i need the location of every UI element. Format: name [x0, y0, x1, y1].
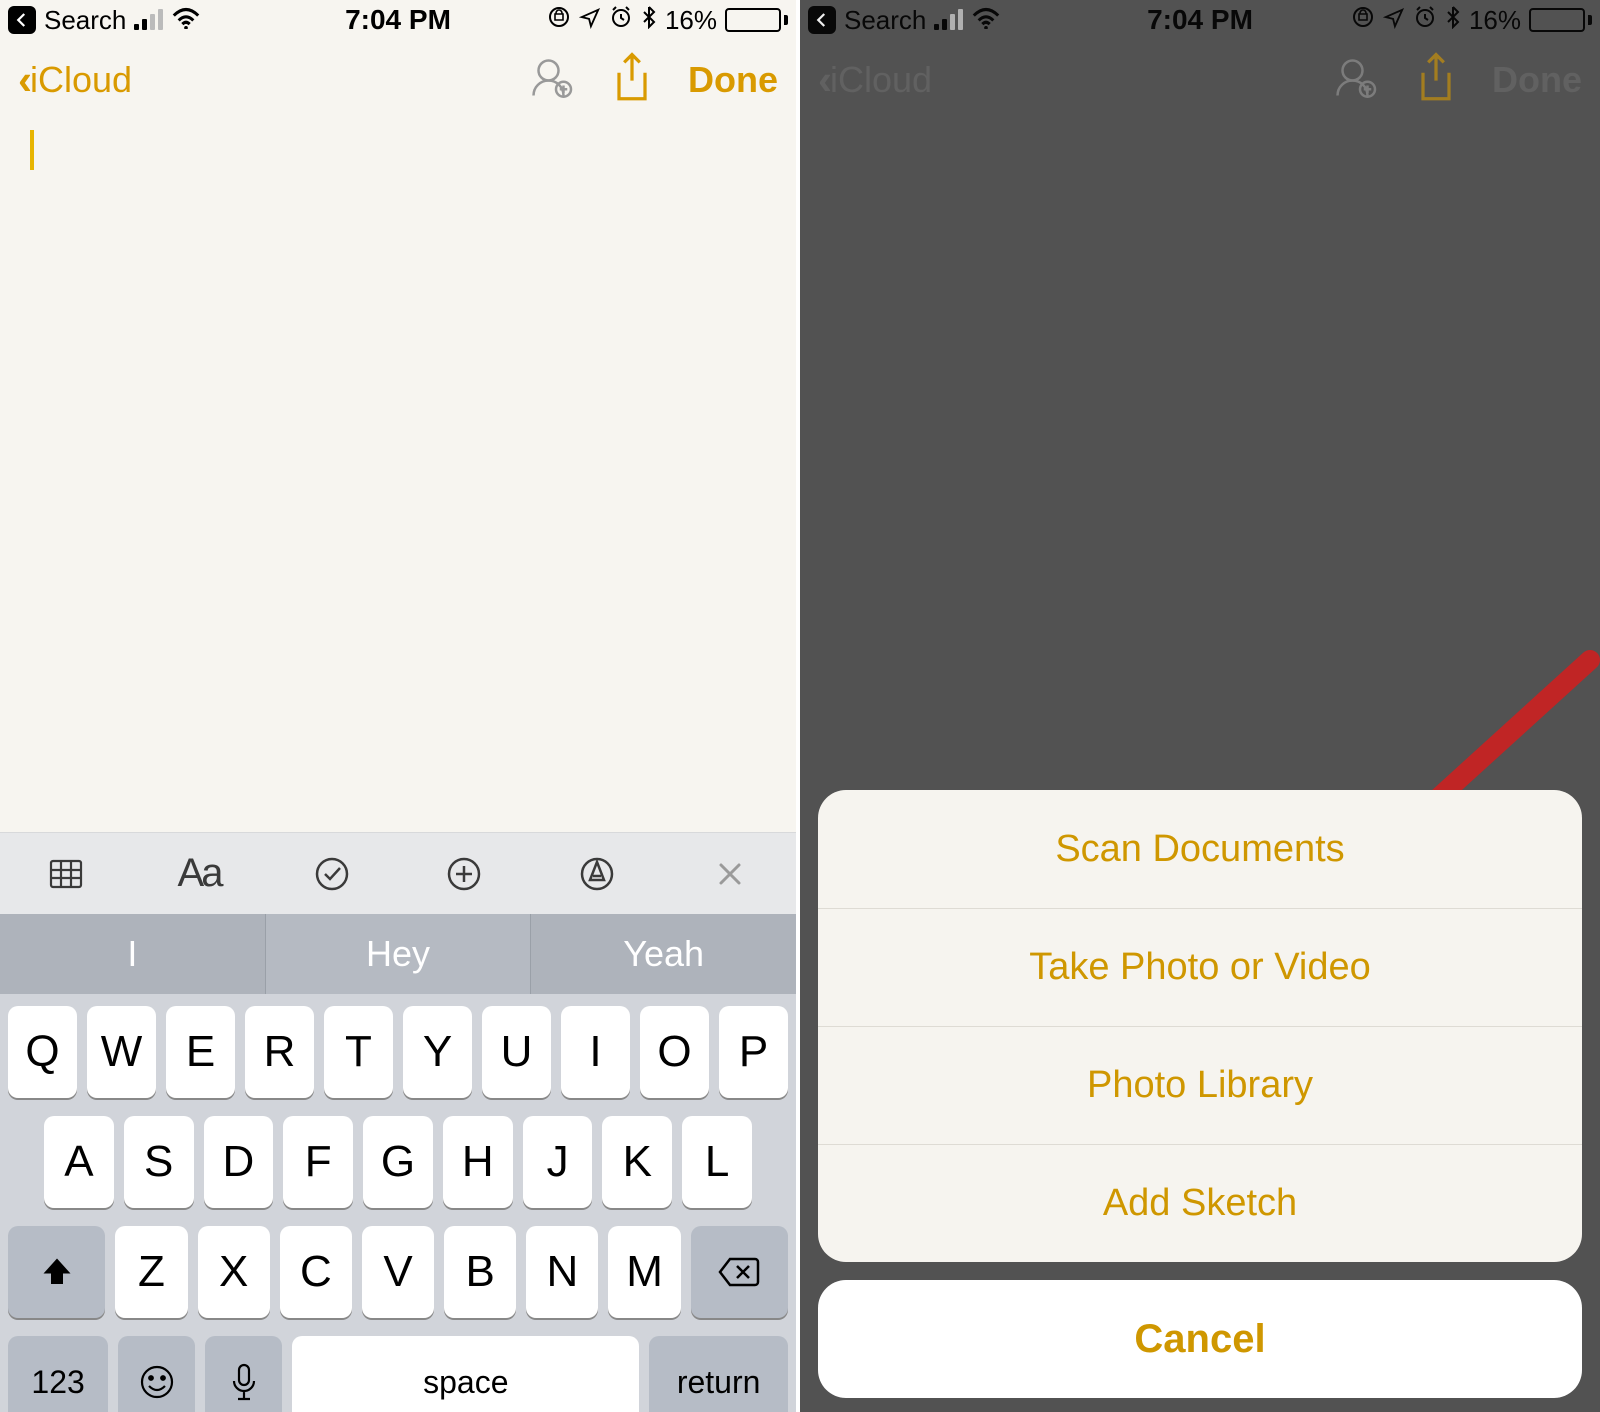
battery-pct: 16%	[665, 5, 717, 36]
key-d[interactable]: D	[204, 1116, 274, 1208]
collaborate-icon[interactable]	[526, 53, 576, 108]
alarm-icon	[609, 5, 633, 36]
key-s[interactable]: S	[124, 1116, 194, 1208]
key-y[interactable]: Y	[403, 1006, 472, 1098]
status-time: 7:04 PM	[1147, 4, 1253, 36]
back-button: ‹ iCloud	[818, 56, 932, 104]
status-bar: Search 7:04 PM 16%	[0, 0, 796, 40]
back-label: iCloud	[30, 59, 132, 101]
key-space[interactable]: space	[292, 1336, 639, 1412]
key-c[interactable]: C	[280, 1226, 352, 1318]
predictive-text-row: I Hey Yeah	[0, 914, 796, 994]
key-b[interactable]: B	[444, 1226, 516, 1318]
nav-bar: ‹ iCloud Done	[800, 40, 1600, 120]
back-to-search-icon[interactable]	[8, 6, 36, 34]
keyboard: Q W E R T Y U I O P A S D F G H J K L Z	[0, 994, 796, 1412]
key-number-mode[interactable]: 123	[8, 1336, 108, 1412]
key-a[interactable]: A	[44, 1116, 114, 1208]
key-u[interactable]: U	[482, 1006, 551, 1098]
battery-icon	[1529, 8, 1592, 32]
key-i[interactable]: I	[561, 1006, 630, 1098]
key-f[interactable]: F	[283, 1116, 353, 1208]
key-p[interactable]: P	[719, 1006, 788, 1098]
key-k[interactable]: K	[602, 1116, 672, 1208]
action-sheet: Scan Documents Take Photo or Video Photo…	[818, 790, 1582, 1398]
key-o[interactable]: O	[640, 1006, 709, 1098]
key-backspace[interactable]	[691, 1226, 788, 1318]
key-emoji[interactable]	[118, 1336, 195, 1412]
rotation-lock-icon	[547, 5, 571, 36]
key-shift[interactable]	[8, 1226, 105, 1318]
location-icon	[1383, 5, 1405, 36]
text-style-button[interactable]: Aa	[133, 851, 266, 896]
back-button[interactable]: ‹ iCloud	[18, 56, 132, 104]
back-label: iCloud	[830, 59, 932, 101]
cell-signal-icon	[934, 10, 963, 30]
key-n[interactable]: N	[526, 1226, 598, 1318]
done-button: Done	[1492, 59, 1582, 101]
key-z[interactable]: Z	[115, 1226, 187, 1318]
action-scan-documents[interactable]: Scan Documents	[818, 790, 1582, 908]
action-add-sketch[interactable]: Add Sketch	[818, 1144, 1582, 1262]
action-cancel[interactable]: Cancel	[818, 1280, 1582, 1398]
add-attachment-button[interactable]	[398, 854, 531, 894]
done-button[interactable]: Done	[688, 59, 778, 101]
wifi-icon	[171, 5, 201, 36]
alarm-icon	[1413, 5, 1437, 36]
text-cursor	[30, 130, 34, 170]
key-h[interactable]: H	[443, 1116, 513, 1208]
key-r[interactable]: R	[245, 1006, 314, 1098]
screenshot-left: Search 7:04 PM 16%	[0, 0, 800, 1412]
cell-signal-icon	[134, 10, 163, 30]
location-icon	[579, 5, 601, 36]
notes-format-toolbar: Aa	[0, 832, 796, 914]
back-to-search-label[interactable]: Search	[844, 5, 926, 36]
collaborate-icon	[1330, 53, 1380, 108]
key-m[interactable]: M	[608, 1226, 680, 1318]
share-icon[interactable]	[610, 52, 654, 109]
table-button[interactable]	[0, 854, 133, 894]
key-x[interactable]: X	[198, 1226, 270, 1318]
key-e[interactable]: E	[166, 1006, 235, 1098]
rotation-lock-icon	[1351, 5, 1375, 36]
battery-icon	[725, 8, 788, 32]
predictive-suggestion[interactable]: I	[0, 914, 265, 994]
share-icon	[1414, 52, 1458, 109]
key-l[interactable]: L	[682, 1116, 752, 1208]
back-to-search-icon[interactable]	[808, 6, 836, 34]
predictive-suggestion[interactable]: Yeah	[530, 914, 796, 994]
status-time: 7:04 PM	[345, 4, 451, 36]
key-q[interactable]: Q	[8, 1006, 77, 1098]
wifi-icon	[971, 5, 1001, 36]
key-t[interactable]: T	[324, 1006, 393, 1098]
key-g[interactable]: G	[363, 1116, 433, 1208]
key-w[interactable]: W	[87, 1006, 156, 1098]
key-dictation[interactable]	[205, 1336, 282, 1412]
predictive-suggestion[interactable]: Hey	[265, 914, 531, 994]
markup-button[interactable]	[531, 854, 664, 894]
screenshot-right: Search 7:04 PM 16% ‹ iCloud	[800, 0, 1600, 1412]
key-return[interactable]: return	[649, 1336, 788, 1412]
status-bar: Search 7:04 PM 16%	[800, 0, 1600, 40]
back-to-search-label[interactable]: Search	[44, 5, 126, 36]
battery-pct: 16%	[1469, 5, 1521, 36]
checklist-button[interactable]	[265, 854, 398, 894]
nav-bar: ‹ iCloud Done	[0, 40, 796, 120]
action-photo-library[interactable]: Photo Library	[818, 1026, 1582, 1144]
close-toolbar-button[interactable]	[663, 854, 796, 894]
key-v[interactable]: V	[362, 1226, 434, 1318]
action-take-photo-video[interactable]: Take Photo or Video	[818, 908, 1582, 1026]
bluetooth-icon	[1445, 5, 1461, 36]
bluetooth-icon	[641, 5, 657, 36]
key-j[interactable]: J	[523, 1116, 593, 1208]
